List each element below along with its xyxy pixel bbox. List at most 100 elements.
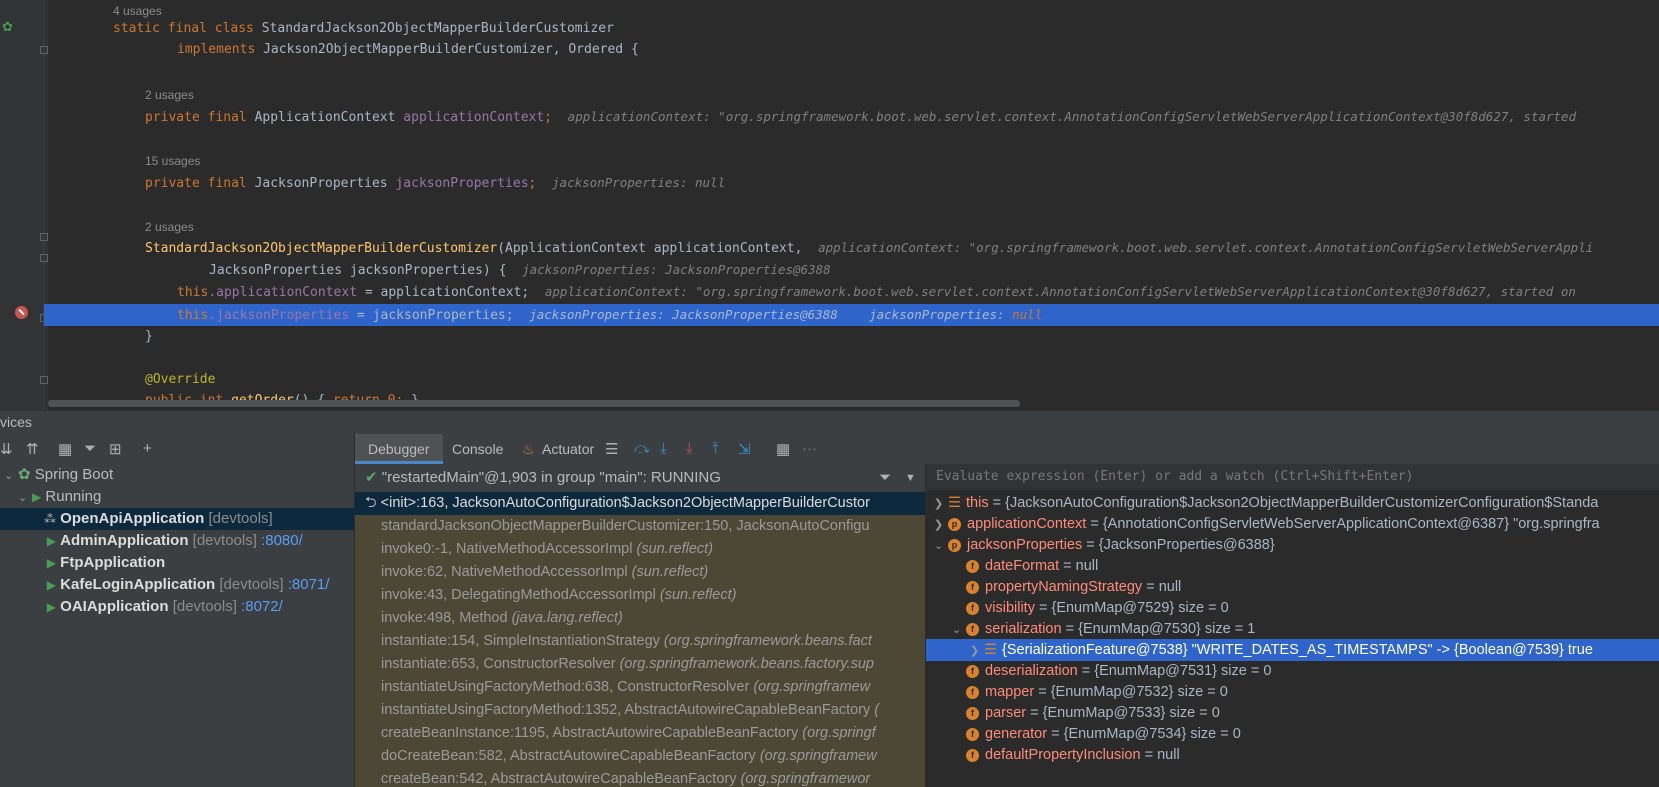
run-to-cursor-icon[interactable]: ⇲ bbox=[738, 440, 751, 458]
variable-row[interactable]: f mapper = {EnumMap@7532} size = 0 bbox=[926, 681, 1659, 703]
chevron-down-icon[interactable]: ⌄ bbox=[4, 465, 18, 487]
collapse-all-icon[interactable]: ⇈ bbox=[26, 440, 39, 458]
stack-frame[interactable]: instantiateUsingFactoryMethod:638, Const… bbox=[355, 676, 925, 699]
horizontal-scrollbar[interactable] bbox=[48, 400, 1020, 407]
variable-row[interactable]: ❯ ☰ this = {JacksonAutoConfiguration$Jacks… bbox=[926, 492, 1659, 514]
tab-debugger[interactable]: Debugger bbox=[355, 434, 443, 464]
inline-value-hint: jacksonProperties: JacksonProperties@638… bbox=[529, 307, 838, 322]
editor-gutter[interactable] bbox=[0, 0, 48, 410]
menu-icon[interactable]: ☰ bbox=[605, 440, 618, 458]
actuator-icon: ♨ bbox=[522, 441, 535, 457]
evaluate-icon[interactable]: ▦ bbox=[776, 440, 790, 458]
new-tab-icon[interactable]: ⊞ bbox=[109, 440, 122, 458]
variable-row[interactable]: f generator = {EnumMap@7534} size = 0 bbox=[926, 723, 1659, 745]
frame-package: (org.springframewor bbox=[740, 771, 871, 787]
variable-row[interactable]: ❯ ☰ {SerializationFeature@7538} "WRITE_DAT… bbox=[926, 639, 1659, 661]
fold-icon[interactable] bbox=[40, 254, 48, 262]
variable-row[interactable]: f deserialization = {EnumMap@7531} size =… bbox=[926, 660, 1659, 682]
variable-name: generator bbox=[985, 726, 1048, 742]
stack-frame[interactable]: invoke:498, Method (java.lang.reflect) bbox=[355, 607, 925, 630]
add-service-icon[interactable]: + bbox=[143, 440, 152, 457]
variable-row[interactable]: ⌄ p jacksonProperties = {JacksonProperties… bbox=[926, 534, 1659, 556]
variable-row[interactable]: f dateFormat = null bbox=[926, 555, 1659, 577]
implements-line: implements Jackson2ObjectMapperBuilderCu… bbox=[177, 42, 639, 57]
tree-node-spring-boot[interactable]: ⌄ ✿ Spring Boot bbox=[0, 464, 354, 486]
port-link[interactable]: :8072/ bbox=[241, 598, 283, 615]
chevron-down-icon[interactable]: ⌄ bbox=[18, 487, 32, 509]
stack-frame[interactable]: instantiate:154, SimpleInstantiationStra… bbox=[355, 630, 925, 653]
variable-row[interactable]: f defaultPropertyInclusion = null bbox=[926, 744, 1659, 766]
filter-icon[interactable]: ⏷ bbox=[879, 464, 891, 492]
inline-value-null: null bbox=[1012, 307, 1043, 322]
tree-node-app[interactable]: ⁂ OpenApiApplication [devtools] bbox=[0, 508, 354, 530]
debugger-tab-bar: Debugger Console ♨ Actuator ☰ ⤼ ⤓ ⤓ ⤒ ⇲ … bbox=[355, 434, 1659, 465]
field-icon: f bbox=[966, 664, 979, 678]
fold-icon[interactable] bbox=[40, 376, 48, 384]
port-link[interactable]: :8080/ bbox=[261, 532, 303, 549]
fold-icon[interactable] bbox=[40, 46, 48, 54]
stack-frame[interactable]: createBeanInstance:1195, AbstractAutowir… bbox=[355, 722, 925, 745]
field-icon: f bbox=[966, 559, 979, 573]
force-step-into-icon[interactable]: ⤓ bbox=[686, 440, 693, 457]
field-icon: f bbox=[966, 727, 979, 741]
variable-name: propertyNamingStrategy bbox=[985, 579, 1143, 595]
chevron-down-icon[interactable]: ▼ bbox=[905, 464, 916, 492]
variable-name: jacksonProperties bbox=[967, 537, 1083, 553]
tree-node-app[interactable]: ▶ FtpApplication bbox=[0, 552, 354, 574]
step-into-icon[interactable]: ⤓ bbox=[660, 440, 667, 457]
step-out-icon[interactable]: ⤒ bbox=[712, 440, 719, 457]
tab-actuator[interactable]: Actuator bbox=[542, 434, 594, 464]
step-over-icon[interactable]: ⤼ bbox=[634, 440, 650, 457]
chevron-down-icon[interactable]: ⌄ bbox=[934, 535, 948, 557]
port-link[interactable]: :8071/ bbox=[288, 576, 330, 593]
breakpoint-icon[interactable] bbox=[15, 306, 28, 319]
code-editor[interactable]: ✿ 4 usages static final class StandardJa… bbox=[0, 0, 1659, 410]
run-icon: ▶ bbox=[46, 556, 56, 570]
chevron-right-icon[interactable]: ❯ bbox=[970, 640, 984, 662]
chevron-right-icon[interactable]: ❯ bbox=[934, 493, 948, 515]
filter-icon[interactable]: ⏷ bbox=[84, 440, 96, 457]
tab-console[interactable]: Console bbox=[452, 434, 503, 464]
stack-frame[interactable]: standardJacksonObjectMapperBuilderCustom… bbox=[355, 515, 925, 538]
thread-selector[interactable]: ✔ "restartedMain"@1,903 in group "main":… bbox=[355, 464, 925, 492]
variable-row[interactable]: f visibility = {EnumMap@7529} size = 0 bbox=[926, 597, 1659, 619]
inline-value-hint: applicationContext: "org.springframework… bbox=[818, 240, 1594, 255]
chevron-down-icon[interactable]: ⌄ bbox=[952, 619, 966, 641]
usages-hint[interactable]: 2 usages bbox=[145, 84, 194, 106]
chevron-right-icon[interactable]: ❯ bbox=[934, 514, 948, 536]
variable-value: = {EnumMap@7533} bbox=[1026, 705, 1166, 721]
evaluate-expression-input[interactable]: Evaluate expression (Enter) or add a wat… bbox=[926, 464, 1659, 490]
variable-row[interactable]: ❯ p applicationContext = {AnnotationConfig… bbox=[926, 513, 1659, 535]
variable-row[interactable]: f propertyNamingStrategy = null bbox=[926, 576, 1659, 598]
trace-icon[interactable]: ⋯ bbox=[802, 440, 817, 458]
tree-node-app[interactable]: ▶ OAIApplication [devtools] :8072/ bbox=[0, 596, 354, 618]
tree-node-running[interactable]: ⌄ ▶ Running bbox=[0, 486, 354, 508]
tree-node-app[interactable]: ▶ AdminApplication [devtools] :8080/ bbox=[0, 530, 354, 552]
inline-value-hint: jacksonProperties: bbox=[869, 307, 1013, 322]
tree-node-app[interactable]: ▶ KafeLoginApplication [devtools] :8071/ bbox=[0, 574, 354, 596]
stack-frame[interactable]: doCreateBean:582, AbstractAutowireCapabl… bbox=[355, 745, 925, 768]
variable-row[interactable]: f parser = {EnumMap@7533} size = 0 bbox=[926, 702, 1659, 724]
expand-all-icon[interactable]: ⇊ bbox=[0, 440, 13, 458]
fold-icon[interactable] bbox=[40, 233, 48, 241]
stack-frame[interactable]: instantiateUsingFactoryMethod:1352, Abst… bbox=[355, 699, 925, 722]
usages-hint[interactable]: 2 usages bbox=[145, 216, 194, 238]
frame-method: instantiate:653, ConstructorResolver bbox=[381, 656, 620, 672]
field-application-context: private final ApplicationContext applica… bbox=[145, 109, 1577, 125]
stack-frame[interactable]: invoke:62, NativeMethodAccessorImpl (sun… bbox=[355, 561, 925, 584]
frame-package: (org.springframework.beans.factory.sup bbox=[619, 656, 874, 672]
frames-pane: ✔ "restartedMain"@1,903 in group "main":… bbox=[355, 464, 926, 787]
run-icon: ▶ bbox=[32, 490, 42, 504]
stack-frame[interactable]: instantiate:653, ConstructorResolver (or… bbox=[355, 653, 925, 676]
stack-frame[interactable]: ⮌ <init>:163, JacksonAutoConfiguration$J… bbox=[355, 492, 925, 515]
group-by-icon[interactable]: ▦ bbox=[58, 440, 72, 458]
frame-package: (sun.reflect) bbox=[636, 541, 714, 557]
check-icon: ✔ bbox=[365, 469, 378, 486]
stack-frame[interactable]: createBean:542, AbstractAutowireCapableB… bbox=[355, 768, 925, 787]
stack-frame[interactable]: invoke0:-1, NativeMethodAccessorImpl (su… bbox=[355, 538, 925, 561]
variable-value: = {JacksonProperties@6388} bbox=[1082, 537, 1275, 553]
frame-package: ( bbox=[874, 702, 880, 718]
stack-frame[interactable]: invoke:43, DelegatingMethodAccessorImpl … bbox=[355, 584, 925, 607]
usages-hint[interactable]: 15 usages bbox=[145, 150, 200, 172]
variable-row[interactable]: ⌄ f serialization = {EnumMap@7530} size = … bbox=[926, 618, 1659, 640]
